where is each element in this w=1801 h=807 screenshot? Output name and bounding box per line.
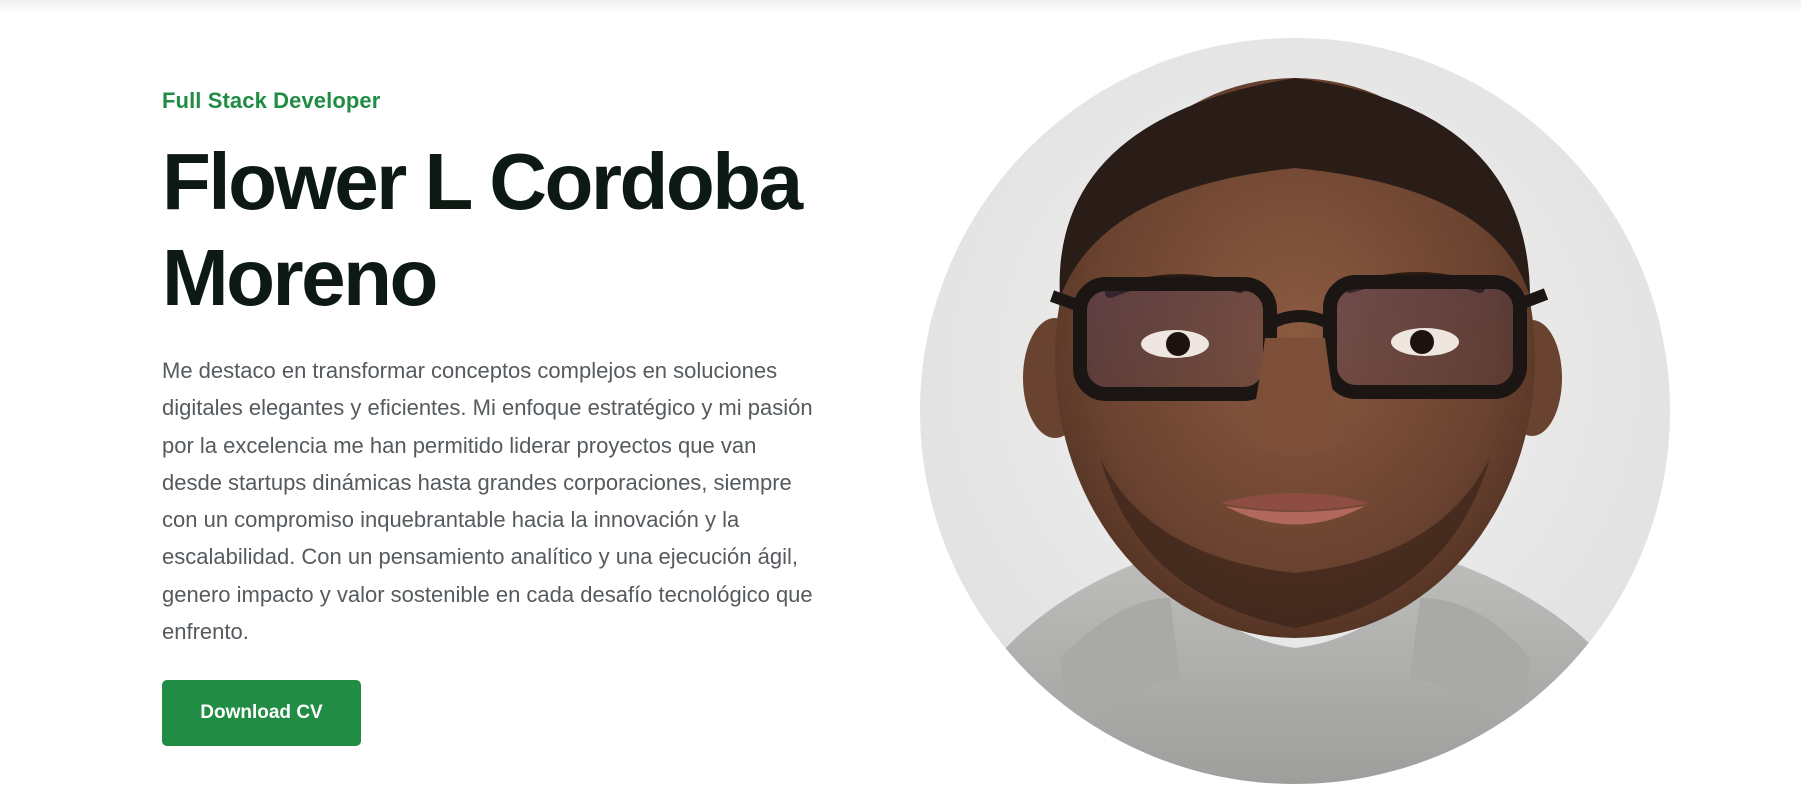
role-label: Full Stack Developer bbox=[162, 88, 381, 113]
profile-photo-illustration bbox=[920, 38, 1670, 784]
page-title: Flower L Cordoba Moreno bbox=[162, 137, 803, 322]
bio-paragraph: Me destaco en transformar conceptos comp… bbox=[162, 358, 813, 645]
header-shadow bbox=[0, 0, 1801, 14]
profile-photo bbox=[920, 38, 1670, 784]
hero-intro: Full Stack Developer Flower L Cordoba Mo… bbox=[162, 88, 822, 650]
download-cv-button[interactable]: Download CV bbox=[162, 680, 361, 746]
